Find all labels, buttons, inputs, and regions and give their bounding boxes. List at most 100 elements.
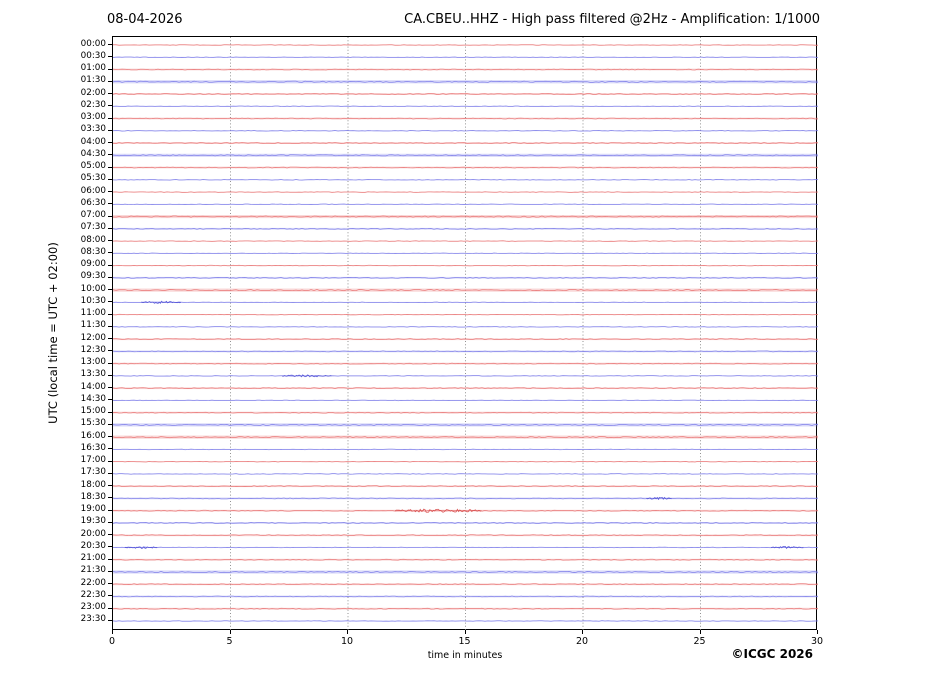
y-tick-mark (108, 44, 112, 45)
y-tick-mark (108, 350, 112, 352)
y-tick-mark (108, 521, 112, 523)
y-tick-label: 23:00 (80, 602, 106, 613)
y-tick-label: 10:30 (80, 295, 106, 306)
seismogram-page: 08-04-2026 CA.CBEU..HHZ - High pass filt… (0, 0, 927, 696)
y-tick-mark (108, 313, 112, 315)
trace-line (113, 313, 818, 316)
y-tick-label: 11:30 (80, 320, 106, 331)
x-tick-mark (817, 630, 818, 634)
y-tick-label: 00:00 (80, 38, 106, 49)
y-tick-label: 16:00 (80, 430, 106, 441)
y-tick-mark (108, 509, 112, 511)
y-tick-label: 08:00 (80, 234, 106, 245)
y-tick-label: 03:00 (80, 112, 106, 123)
y-tick-mark (108, 301, 112, 303)
y-tick-mark (108, 227, 112, 229)
y-tick-mark (108, 93, 112, 95)
y-tick-mark (108, 387, 112, 389)
y-tick-label: 12:30 (80, 344, 106, 355)
y-tick-mark (108, 68, 112, 70)
y-tick-label: 13:00 (80, 357, 106, 368)
y-tick-mark (108, 191, 112, 193)
copyright-label: ©ICGC 2026 (731, 647, 813, 661)
y-tick-label: 12:00 (80, 332, 106, 343)
x-tick-mark (112, 630, 113, 634)
y-tick-label: 17:00 (80, 455, 106, 466)
y-tick-label: 07:30 (80, 222, 106, 233)
y-tick-label: 09:00 (80, 259, 106, 270)
y-axis-title: UTC (local time = UTC + 02:00) (46, 242, 60, 424)
y-tick-label: 05:00 (80, 161, 106, 172)
x-tick-label: 20 (575, 636, 589, 647)
x-tick-mark (347, 630, 348, 634)
trace-line (113, 264, 818, 267)
y-tick-mark (108, 497, 112, 499)
y-tick-label: 22:00 (80, 577, 106, 588)
plot-title: CA.CBEU..HHZ - High pass filtered @2Hz -… (404, 12, 820, 27)
y-tick-label: 18:30 (80, 491, 106, 502)
y-tick-label: 00:30 (80, 50, 106, 61)
y-tick-label: 20:00 (80, 528, 106, 539)
y-tick-mark (108, 423, 112, 425)
trace-line (113, 130, 818, 132)
plot-area (112, 36, 818, 631)
y-tick-mark (108, 570, 112, 572)
y-tick-mark (108, 399, 112, 401)
y-tick-label: 11:00 (80, 308, 106, 319)
x-tick-mark (699, 630, 701, 634)
y-tick-label: 14:30 (80, 393, 106, 404)
y-tick-mark (108, 472, 112, 474)
y-tick-mark (108, 436, 112, 438)
y-tick-mark (108, 546, 112, 548)
x-tick-label: 25 (693, 636, 706, 647)
y-tick-label: 23:30 (80, 614, 106, 625)
trace-line (113, 620, 818, 622)
y-tick-mark (108, 595, 112, 597)
y-tick-mark (108, 411, 112, 413)
y-tick-label: 18:00 (80, 479, 106, 490)
x-tick-label: 10 (340, 636, 354, 647)
y-tick-label: 07:00 (80, 210, 106, 221)
y-tick-label: 09:30 (80, 271, 106, 282)
y-tick-label: 01:00 (80, 63, 106, 73)
y-tick-label: 15:00 (80, 406, 106, 417)
y-tick-mark (108, 558, 112, 560)
trace-line (113, 473, 818, 475)
x-tick-label: 30 (810, 636, 824, 647)
y-tick-label: 21:30 (80, 565, 106, 576)
x-tick-label: 5 (226, 636, 233, 647)
y-tick-label: 06:00 (80, 185, 106, 196)
y-tick-label: 17:30 (80, 467, 106, 478)
y-tick-mark (108, 56, 112, 58)
y-tick-mark (108, 325, 112, 327)
y-tick-mark (108, 338, 112, 340)
x-tick-label: 15 (458, 636, 471, 647)
y-tick-label: 01:30 (80, 75, 106, 86)
y-tick-mark (108, 215, 112, 217)
y-tick-mark (108, 619, 112, 621)
y-tick-mark (108, 289, 112, 291)
y-tick-mark (108, 166, 112, 168)
y-tick-mark (108, 142, 112, 144)
y-tick-mark (108, 240, 112, 242)
trace-line (113, 301, 818, 304)
y-tick-mark (108, 448, 112, 450)
y-tick-mark (108, 178, 112, 180)
y-tick-label: 21:00 (80, 553, 106, 564)
y-tick-mark (108, 460, 112, 462)
y-tick-mark (108, 534, 112, 536)
y-tick-label: 16:30 (80, 442, 106, 453)
y-tick-mark (108, 607, 112, 609)
y-tick-label: 22:30 (80, 589, 106, 600)
y-tick-label: 06:30 (80, 197, 106, 208)
y-tick-mark (108, 264, 112, 266)
y-tick-mark (108, 129, 112, 131)
date-label: 08-04-2026 (107, 12, 183, 27)
x-tick-mark (464, 630, 466, 634)
seismic-event-trace (770, 546, 804, 550)
trace-line (113, 179, 818, 181)
y-tick-mark (108, 117, 112, 119)
x-tick-label: 0 (108, 636, 116, 647)
y-tick-mark (108, 485, 112, 487)
trace-line (113, 252, 818, 255)
